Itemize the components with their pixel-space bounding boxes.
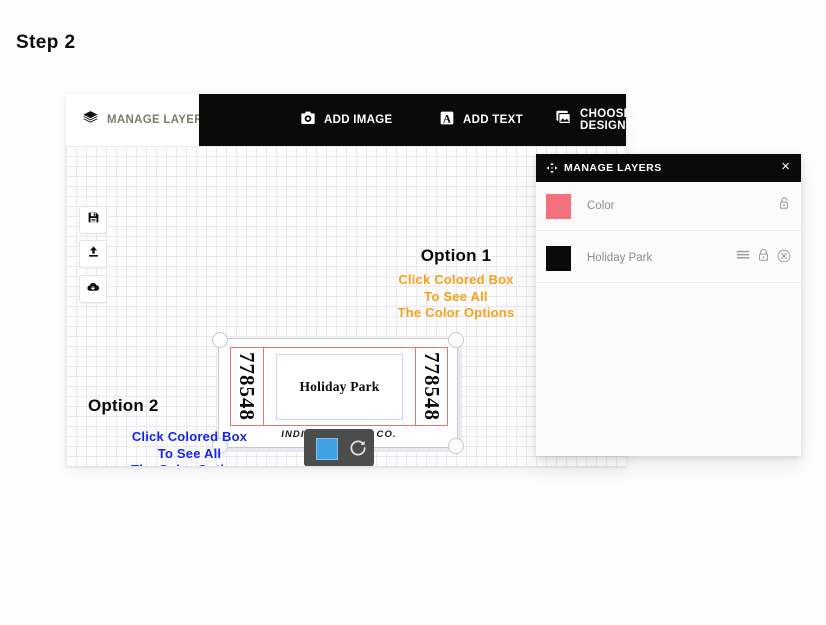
ticket-text-box[interactable]: Holiday Park xyxy=(276,354,403,420)
layer-name: Color xyxy=(587,200,615,212)
floppy-disk-icon xyxy=(87,211,100,229)
layer-color-swatch[interactable] xyxy=(546,245,571,271)
ticket-notch xyxy=(448,332,464,348)
color-swatch-button[interactable] xyxy=(316,438,338,460)
panel-title: MANAGE LAYERS xyxy=(564,162,662,174)
object-color-toolbar xyxy=(304,429,374,466)
ticket-number-right: 778548 xyxy=(420,352,444,421)
option2-line3: The Color Options xyxy=(82,462,297,466)
manage-layers-button[interactable]: MANAGE LAYERS xyxy=(82,107,211,133)
close-icon[interactable]: × xyxy=(781,159,790,175)
step-title: Step 2 xyxy=(16,32,76,53)
add-image-label: ADD IMAGE xyxy=(324,114,393,126)
editor-black-toolbar: ADD IMAGE A ADD TEXT CHOOSE DESIGNS xyxy=(199,94,634,146)
manage-layers-label: MANAGE LAYERS xyxy=(107,114,211,126)
choose-designs-label: CHOOSE DESIGNS xyxy=(580,108,634,132)
layer-name: Holiday Park xyxy=(587,252,653,264)
svg-text:A: A xyxy=(443,113,452,125)
layers-stack-icon xyxy=(82,109,99,131)
image-stack-icon xyxy=(555,109,572,131)
upload-arrow-icon xyxy=(87,245,100,263)
choose-designs-button[interactable]: CHOOSE DESIGNS xyxy=(555,108,634,132)
layer-color-swatch[interactable] xyxy=(546,193,571,219)
ticket-number-left: 778548 xyxy=(235,352,259,421)
option2-line1: Click Colored Box xyxy=(131,429,248,444)
option2-title: Option 2 xyxy=(88,396,159,415)
cloud-download-icon xyxy=(86,280,100,299)
upload-button[interactable] xyxy=(79,240,107,268)
camera-icon xyxy=(300,110,316,131)
layer-row[interactable]: Holiday Park xyxy=(536,234,801,283)
letter-a-icon: A xyxy=(439,110,455,131)
ticket-divider-left xyxy=(263,347,264,426)
layer-row[interactable]: Color xyxy=(536,182,801,231)
unlock-icon[interactable] xyxy=(778,196,791,216)
cloud-download-button[interactable] xyxy=(79,275,107,303)
manage-layers-panel: MANAGE LAYERS × Color Holiday Park xyxy=(536,154,801,456)
editor-toolbar: MANAGE LAYERS ADD IMAGE A ADD TEXT CHOOS… xyxy=(66,94,634,146)
lock-icon[interactable] xyxy=(757,248,770,268)
option2-text: Click Colored Box To See All The Color O… xyxy=(82,429,297,466)
add-text-label: ADD TEXT xyxy=(463,114,523,126)
delete-icon[interactable] xyxy=(777,249,791,268)
panel-body-empty xyxy=(536,283,801,456)
page-root: Step 2 MANAGE LAYERS ADD IMAGE A ADD TEX… xyxy=(0,0,826,625)
layer-actions xyxy=(778,196,791,216)
option1-title: Option 1 xyxy=(420,246,492,265)
option2-line2: To See All xyxy=(157,445,222,461)
layer-actions xyxy=(736,248,791,268)
add-image-button[interactable]: ADD IMAGE xyxy=(300,110,393,131)
save-button[interactable] xyxy=(79,206,107,234)
ticket-notch xyxy=(212,332,228,348)
move-arrows-icon[interactable] xyxy=(546,162,558,174)
ticket-title: Holiday Park xyxy=(299,379,380,394)
ticket-notch xyxy=(448,438,464,454)
refresh-icon[interactable] xyxy=(348,438,368,458)
list-icon[interactable] xyxy=(736,249,750,267)
add-text-button[interactable]: A ADD TEXT xyxy=(439,110,523,131)
panel-header: MANAGE LAYERS × xyxy=(536,154,801,182)
